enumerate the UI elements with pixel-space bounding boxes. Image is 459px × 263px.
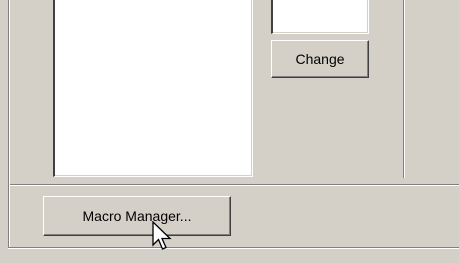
arrow-pointer-icon — [152, 221, 172, 250]
macro-manager-button[interactable]: Macro Manager... — [43, 196, 231, 236]
macro-manager-label-start: Macro Mana — [82, 208, 161, 224]
vertical-divider-highlight — [404, 0, 405, 178]
left-edge-highlight — [9, 0, 10, 247]
change-button[interactable]: Change — [271, 40, 369, 78]
macro-list-box[interactable] — [53, 0, 253, 177]
dialog-panel: Change Macro Manager... — [0, 0, 459, 263]
change-button-label: Change — [295, 51, 345, 67]
button-row-separator-highlight — [10, 185, 459, 186]
preview-box — [271, 0, 369, 34]
bottom-edge-highlight — [8, 248, 459, 249]
